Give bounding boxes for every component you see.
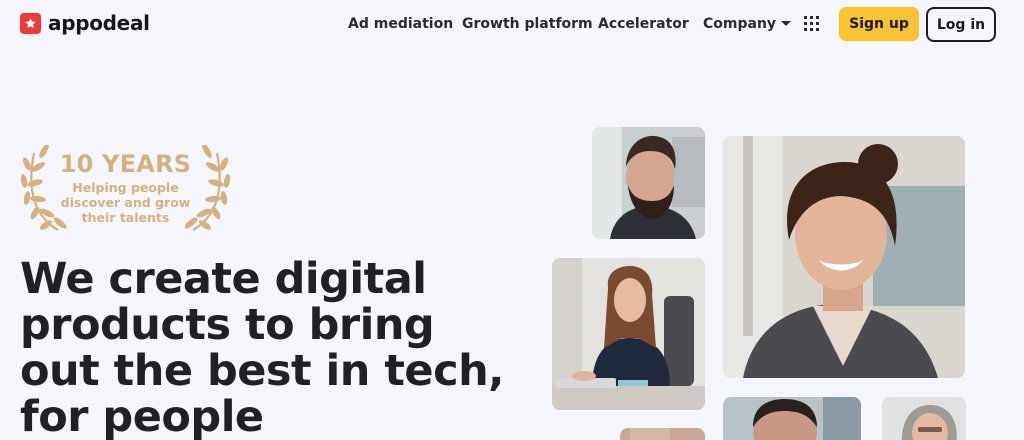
photo-man-bearded [592, 127, 705, 239]
badge-subtitle-line: their talents [81, 210, 170, 225]
hero-headline: We create digital products to bring out … [20, 256, 540, 440]
apps-grid-icon[interactable] [804, 16, 819, 31]
nav-growth-platform[interactable]: Growth platform [462, 15, 593, 33]
photo-woman-gray-hair-partial [882, 397, 966, 440]
badge-title: 10 YEARS [59, 150, 192, 178]
nav-company-label: Company [703, 16, 777, 32]
brand-logo[interactable]: appodeal [20, 12, 150, 34]
star-logo-icon [20, 12, 41, 34]
badge-subtitle: Helping people discover and grow their t… [58, 180, 193, 225]
headline-line: out the best in tech, [20, 346, 505, 396]
nav-accelerator[interactable]: Accelerator [598, 15, 689, 33]
headline-line: We create digital [20, 254, 427, 304]
nav-company[interactable]: Company [703, 15, 792, 33]
nav-ad-mediation[interactable]: Ad mediation [348, 15, 453, 33]
signup-button[interactable]: Sign up [839, 7, 919, 41]
photo-man-partial [723, 397, 861, 440]
photo-woman-laptop [552, 258, 705, 410]
headline-line: for people [20, 392, 264, 440]
anniversary-badge: 10 YEARS Helping people discover and gro… [18, 145, 233, 235]
brand-name: appodeal [48, 11, 150, 35]
caret-down-icon [781, 21, 792, 26]
badge-subtitle-line: discover and grow [60, 195, 191, 210]
photo-partial-bottom [620, 428, 705, 440]
login-button[interactable]: Log in [926, 7, 996, 42]
photo-woman-smiling [723, 136, 965, 378]
headline-line: products to bring [20, 300, 435, 350]
badge-subtitle-line: Helping people [72, 180, 179, 195]
top-navigation: appodeal Ad mediation Growth platform Ac… [0, 0, 1024, 50]
